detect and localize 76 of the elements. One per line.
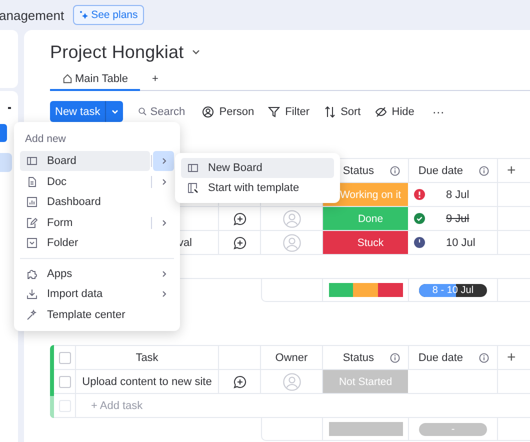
new-task-button[interactable]: New task (50, 101, 106, 122)
wand-icon (26, 308, 38, 321)
dropdown-button[interactable] (105, 101, 124, 122)
filter-icon (268, 106, 280, 118)
info-icon[interactable] (390, 352, 400, 362)
folder-icon (26, 237, 38, 250)
chart-icon (26, 196, 38, 208)
view-tab[interactable]: + (140, 68, 170, 91)
document-icon (26, 176, 38, 188)
chevron-right-icon (160, 270, 168, 278)
menu-item[interactable]: Dashboard (20, 192, 153, 212)
due-date: 9 Jul (446, 212, 470, 224)
add-comment-icon[interactable] (232, 236, 246, 250)
menu-heading: Add new (24, 133, 67, 147)
template-icon (187, 182, 199, 194)
checkbox[interactable] (58, 376, 70, 388)
info-icon[interactable] (390, 166, 400, 176)
chevron-down-icon[interactable] (190, 47, 201, 57)
status-label[interactable]: Stuck (323, 231, 409, 254)
more-button[interactable]: ··· (432, 104, 444, 118)
board-icon (26, 155, 38, 168)
column-header: Due date (418, 164, 463, 176)
toolbar-button[interactable]: Hide (374, 106, 414, 118)
puzzle-icon (26, 268, 38, 280)
toolbar-button[interactable]: Person (202, 106, 254, 118)
alert-icon (414, 189, 425, 200)
sidebar-item[interactable] (0, 153, 12, 172)
add-comment-icon[interactable] (232, 374, 246, 388)
home-icon (62, 73, 73, 84)
sort-icon (324, 106, 336, 118)
menu-item[interactable]: Import data (20, 284, 153, 304)
search-icon (138, 106, 148, 117)
avatar-icon[interactable] (282, 234, 300, 252)
menu-item[interactable]: Apps (20, 264, 153, 284)
board-icon (187, 162, 199, 174)
column-header: Status (342, 164, 374, 176)
chevron-right-icon (160, 157, 168, 166)
add-comment-icon[interactable] (232, 212, 246, 226)
menu-item[interactable]: Board (20, 151, 150, 172)
see-plans-button[interactable]: See plans (73, 5, 144, 25)
column-header: Owner (275, 352, 308, 364)
due-date: 8 Jul (446, 188, 470, 200)
avatar-icon[interactable] (282, 210, 300, 228)
menu-item[interactable]: Doc (20, 172, 150, 192)
info-icon[interactable] (479, 352, 489, 362)
view-tab[interactable]: Main Table (50, 68, 140, 91)
checkbox[interactable] (58, 352, 70, 364)
menu-item[interactable]: Folder (20, 233, 153, 254)
add-column-button[interactable]: + (507, 162, 516, 179)
toolbar-button[interactable]: Filter (268, 106, 310, 118)
hidden-eye-icon (374, 106, 387, 118)
add-column-button[interactable]: + (507, 349, 516, 366)
avatar-icon[interactable] (282, 372, 300, 390)
menu-item[interactable]: New Board (181, 158, 334, 178)
check-icon (414, 213, 425, 224)
clock-icon (414, 237, 425, 248)
chevron-right-icon (160, 218, 168, 227)
info-icon[interactable] (479, 166, 489, 176)
timeline-pill: - (419, 422, 487, 436)
column-header: Task (136, 352, 158, 364)
add-button[interactable] (0, 124, 7, 142)
board-title: Project Hongkiat (50, 42, 184, 62)
sparkle-icon (79, 10, 90, 20)
toolbar-button[interactable]: Sort (324, 106, 361, 118)
column-header: Status (342, 352, 374, 364)
menu-item[interactable]: Template center (20, 304, 153, 325)
menu-item[interactable]: Form (20, 212, 150, 233)
form-icon (26, 216, 38, 229)
caret-icon (110, 108, 119, 116)
due-date: 10 Jul (446, 236, 476, 248)
person-icon (202, 106, 214, 118)
column-header: Due date (418, 352, 463, 364)
chevron-right-icon (160, 178, 168, 186)
chevron-right-icon (160, 290, 168, 298)
task-name: Upload content to new site (82, 376, 212, 388)
download-icon (26, 288, 38, 300)
